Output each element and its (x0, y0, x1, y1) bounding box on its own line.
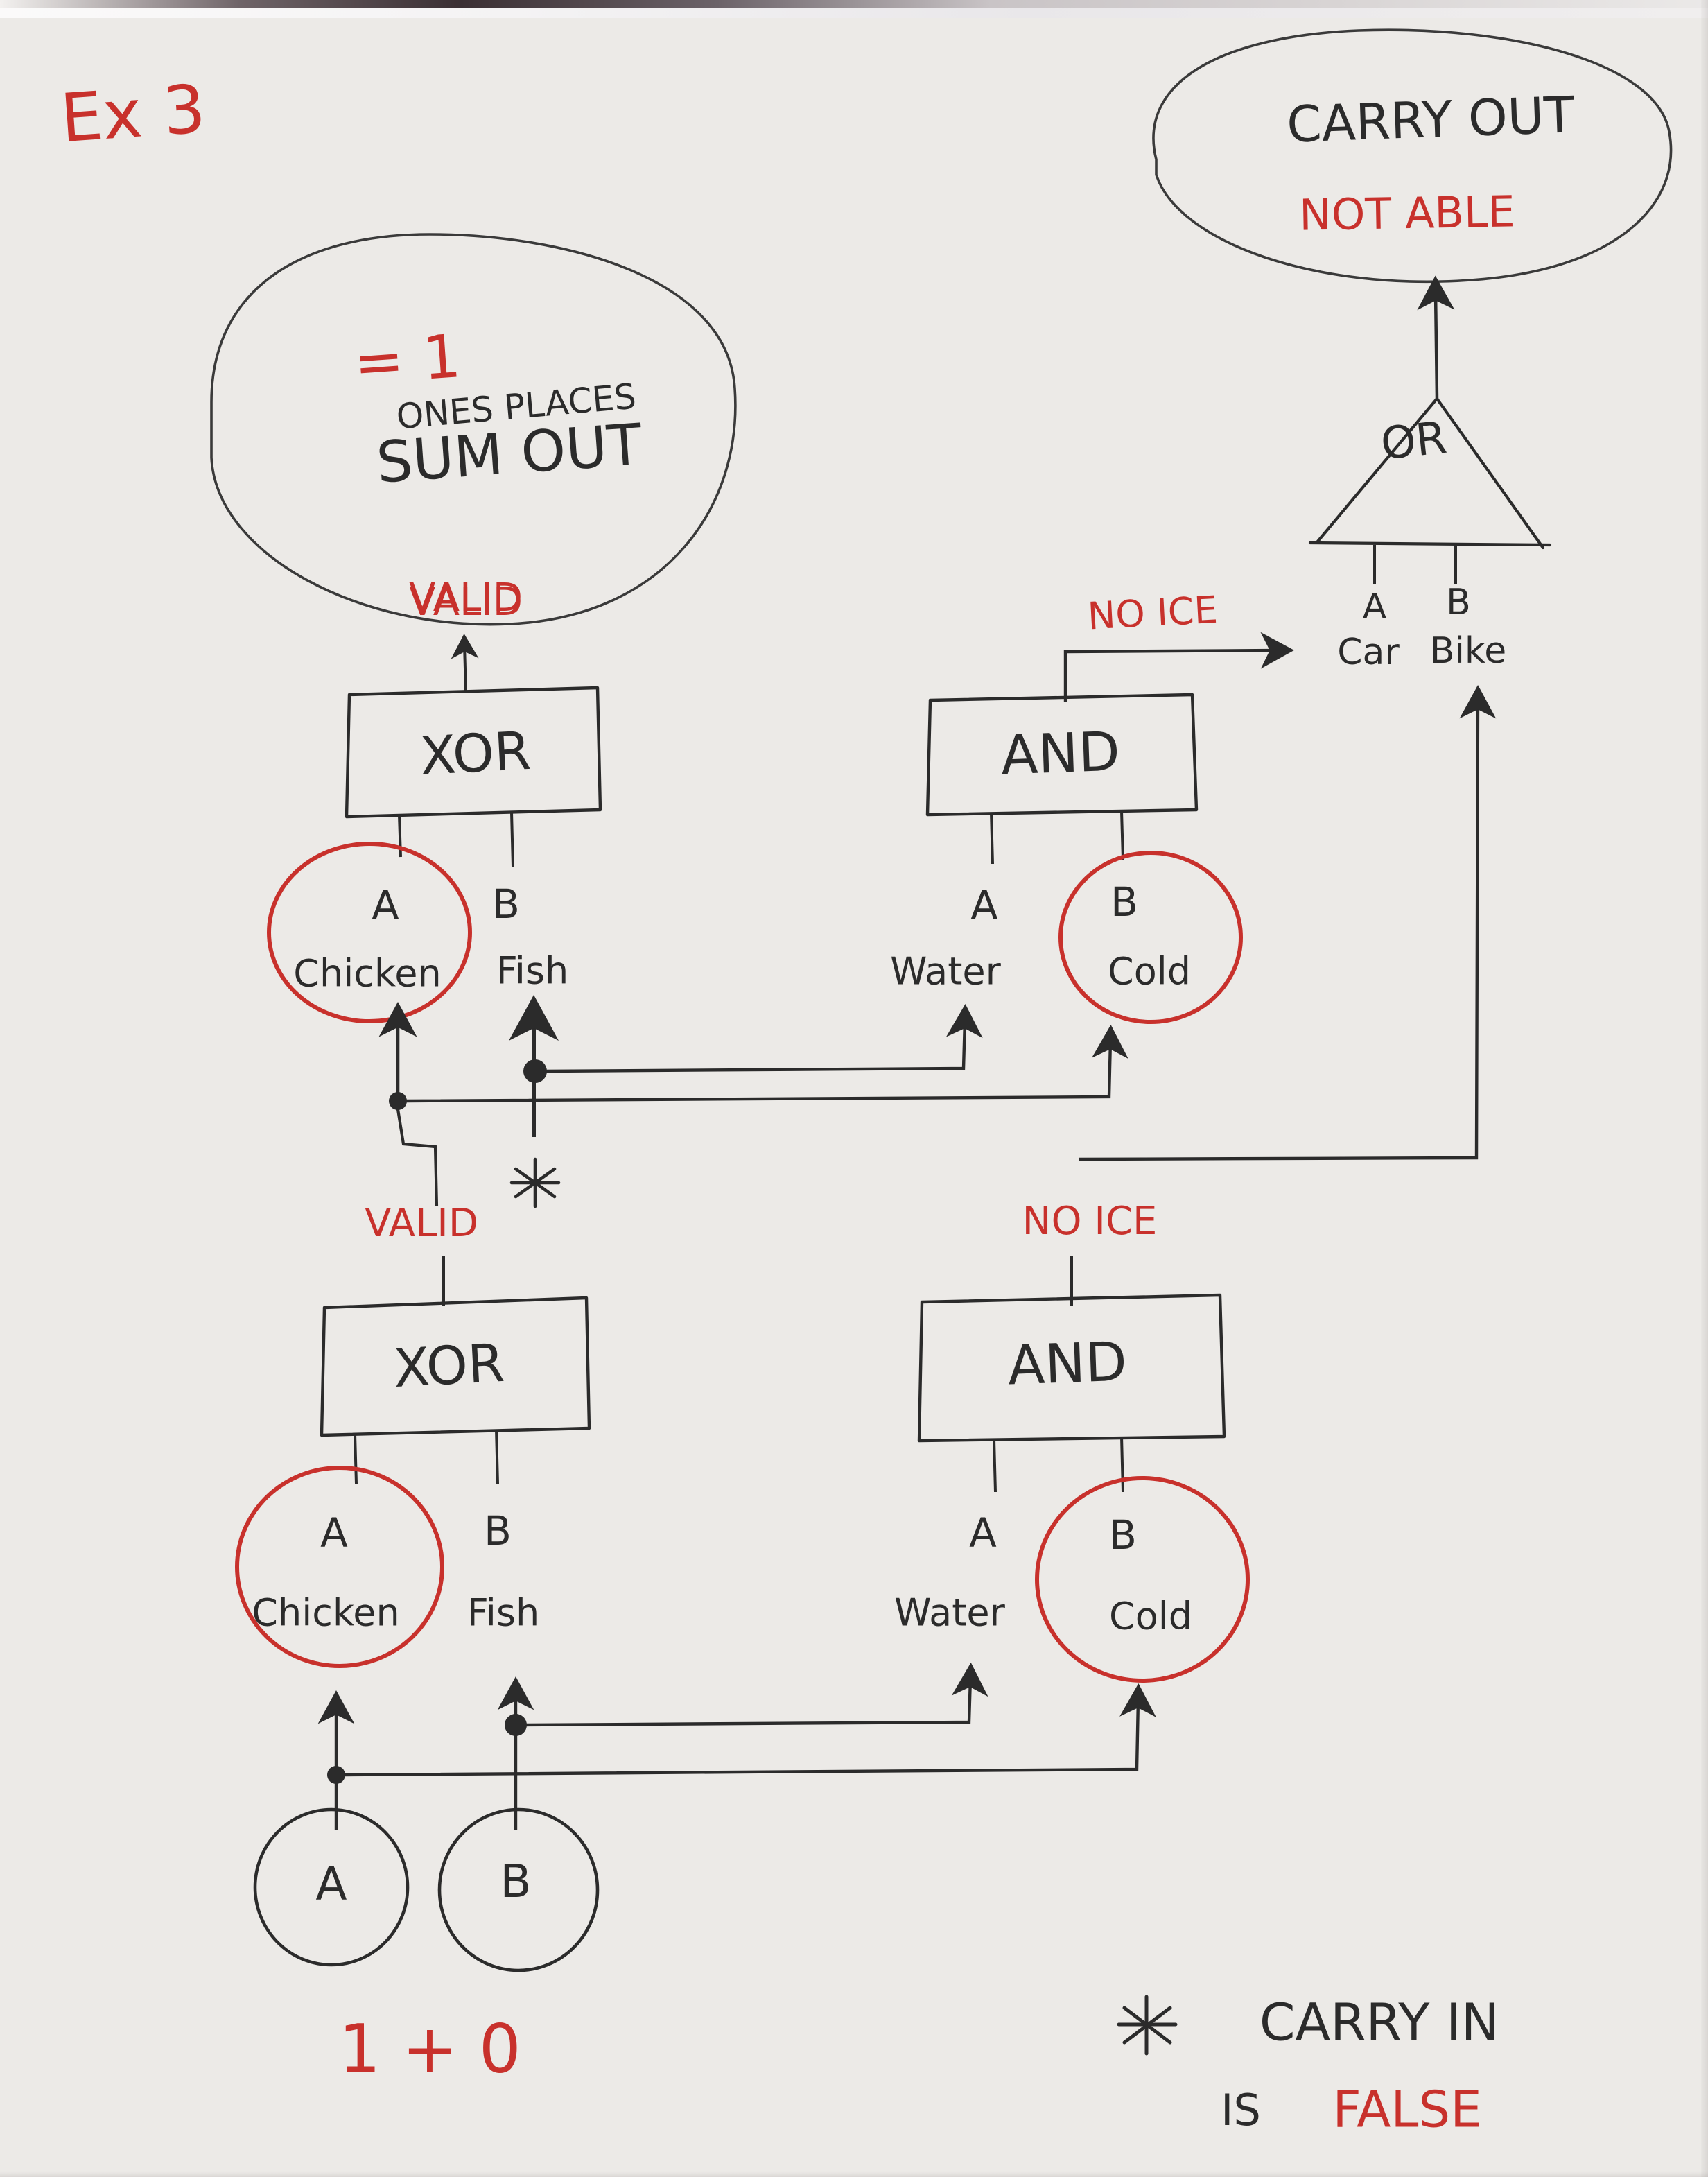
or-gate-label: OR (1379, 413, 1449, 471)
upper-xor-input-a-letter: A (372, 882, 399, 929)
upper-and-input-b-highlight (1058, 851, 1243, 1024)
lower-and-input-b-highlight (1035, 1476, 1250, 1683)
lower-xor-input-a-word: Chicken (252, 1591, 399, 1635)
whiteboard-photo: Ex 3 = 1 ONES PLACES SUM OUT VALID CARRY… (0, 0, 1708, 2177)
lower-xor-output-label: VALID (365, 1201, 478, 1246)
carry-to-or-b (1078, 685, 1497, 1161)
upper-xor-input-b-word: Fish (496, 949, 569, 993)
upper-xor-input-a-word: Chicken (293, 952, 441, 996)
wire-input-a-to-lower-and-b (344, 1683, 1156, 1777)
input-circle-a-label: A (315, 1857, 347, 1911)
upper-and-gate: NO ICE AND A Water B Cold (890, 588, 1294, 1024)
upper-xor-output-wire (451, 634, 479, 694)
bottom-wiring (317, 1663, 1156, 1830)
carry-route-wire (1078, 685, 1497, 1161)
or-gate-input-a-word: Car (1337, 632, 1400, 673)
footer-note-is: IS (1221, 2085, 1261, 2135)
wire-input-b-to-lower-and-a (525, 1663, 988, 1727)
page-title: Ex 3 (58, 70, 208, 157)
upper-and-label: AND (1000, 721, 1121, 788)
lower-and-label: AND (1007, 1331, 1128, 1398)
footer-sum-expression-text: 1 + 0 (338, 2010, 521, 2088)
upper-and-output-label: NO ICE (1086, 588, 1219, 639)
upper-xor-output-label: VALID (409, 580, 523, 625)
upper-xor-label: XOR (419, 720, 532, 787)
carry-in-asterisk-marker (509, 1157, 561, 1208)
junction-dot-a (327, 1766, 345, 1784)
circuit-diagram: Ex 3 = 1 ONES PLACES SUM OUT VALID CARRY… (58, 28, 1673, 2139)
footer-note-false: FALSE (1332, 2081, 1481, 2139)
lower-xor-input-a-letter: A (320, 1509, 348, 1556)
lower-and-gate: AND A Water B Cold (894, 1256, 1250, 1683)
asterisk-icon (1117, 1995, 1178, 2056)
footer-note-line1: CARRY IN (1260, 1993, 1499, 2053)
or-gate-input-b-letter: B (1446, 582, 1471, 623)
or-gate-input-b-word: Bike (1430, 630, 1506, 672)
or-gate-input-a-letter: A (1363, 587, 1386, 627)
lower-and-input-b-word: Cold (1109, 1595, 1192, 1638)
wire-to-upper-and-a (543, 1004, 983, 1073)
upper-and-input-a-letter: A (970, 882, 998, 929)
lower-xor-label: XOR (392, 1332, 506, 1399)
upper-xor-gate: XOR A Chicken B Fish (267, 634, 602, 1023)
lower-and-input-b-letter: B (1109, 1511, 1137, 1559)
junction-dot-fish (523, 1059, 547, 1083)
carry-out-status: NOT ABLE (1299, 186, 1516, 240)
lower-xor-input-a-highlight (235, 1466, 444, 1668)
carry-out-bubble: CARRY OUT NOT ABLE (1152, 28, 1673, 284)
lower-and-input-a-word: Water (894, 1591, 1005, 1635)
input-circle-b-label: B (500, 1855, 531, 1908)
junction-dot-b (505, 1714, 527, 1736)
sum-out-bubble: = 1 ONES PLACES SUM OUT VALID (210, 233, 737, 626)
carry-out-label: CARRY OUT (1286, 85, 1576, 153)
upper-and-input-b-word: Cold (1108, 950, 1191, 994)
lower-xor-input-b-word: Fish (467, 1591, 540, 1635)
sum-out-equals: = 1 (351, 322, 463, 399)
footer-carry-note: CARRY IN IS FALSE (1117, 1993, 1499, 2139)
upper-and-input-a-word: Water (890, 950, 1001, 994)
upper-xor-input-b-letter: B (492, 881, 520, 928)
page-title-text: Ex 3 (58, 70, 208, 157)
or-gate: OR A B Car Bike (1308, 275, 1552, 673)
junction-dot-left (389, 1092, 407, 1110)
lower-xor-gate: XOR A Chicken B Fish (235, 1256, 591, 1668)
input-circle-a[interactable]: A (253, 1807, 410, 1967)
lower-xor-input-b-letter: B (484, 1507, 512, 1554)
lower-and-output-label: NO ICE (1022, 1199, 1158, 1244)
footer-sum-expression: 1 + 0 (338, 2010, 521, 2088)
middle-wiring (378, 995, 1128, 1208)
upper-and-input-b-letter: B (1110, 878, 1138, 926)
or-gate-output-wire (1417, 275, 1455, 399)
input-circle-b[interactable]: B (437, 1807, 600, 1972)
wire-left-stub (396, 1109, 439, 1207)
lower-and-input-a-letter: A (969, 1509, 997, 1556)
